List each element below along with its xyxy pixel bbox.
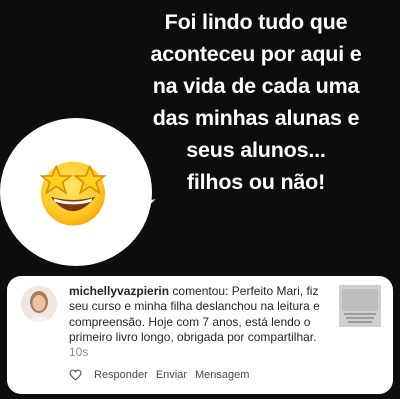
heart-icon[interactable]: [69, 369, 82, 381]
headline-line: filhos ou não!: [186, 170, 326, 194]
headline-line: na vida de cada uma: [152, 74, 360, 98]
headline-line: das minhas alunas e: [152, 106, 360, 130]
sticker-bubble-tail: [129, 199, 159, 221]
message-button[interactable]: Mensagem: [195, 369, 249, 381]
reply-button[interactable]: Responder: [94, 369, 148, 381]
comment-verb: comentou:: [172, 284, 229, 298]
headline-line: Foi lindo tudo que: [164, 10, 348, 34]
headline-line: seus alunos...: [186, 138, 326, 162]
story-headline: Foi lindo tudo que aconteceu por aqui e …: [126, 6, 386, 198]
story-screen: Foi lindo tudo que aconteceu por aqui e …: [0, 0, 400, 399]
comment-username[interactable]: michellyvazpierin: [69, 284, 169, 298]
star-struck-emoji-icon: [39, 161, 107, 226]
user-photo-icon: [21, 286, 57, 322]
post-thumbnail[interactable]: [339, 285, 381, 327]
comment-actions: Responder Enviar Mensagem: [69, 369, 249, 381]
comment-time: 10s: [69, 345, 89, 360]
headline-line: aconteceu por aqui e: [150, 42, 362, 66]
post-preview-icon: [339, 285, 381, 327]
avatar[interactable]: [21, 286, 57, 322]
send-button[interactable]: Enviar: [156, 369, 187, 381]
comment-text-block: michellyvazpierin comentou: Perfeito Mar…: [69, 284, 327, 360]
comment-card[interactable]: michellyvazpierin comentou: Perfeito Mar…: [7, 276, 393, 394]
